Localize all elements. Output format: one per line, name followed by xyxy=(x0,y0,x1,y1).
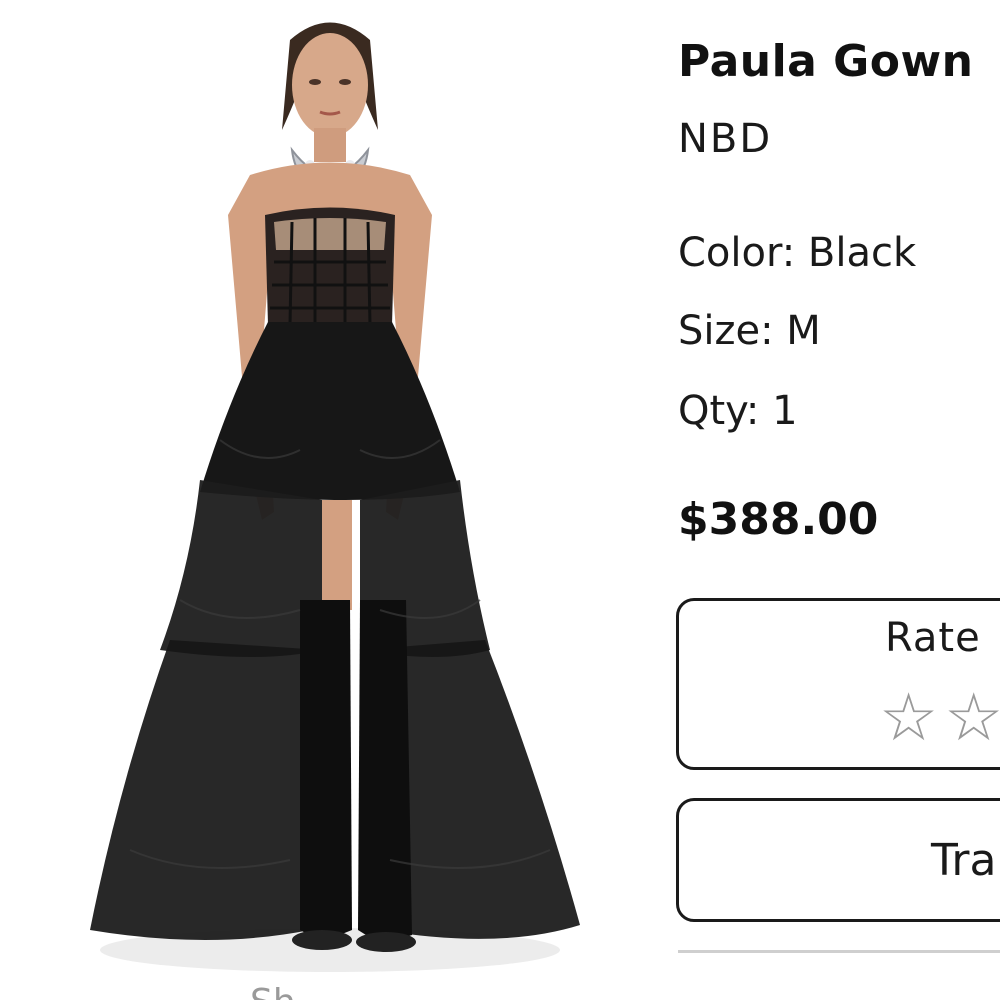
rate-card: Rate ☆ ☆ ☆ ☆ ☆ xyxy=(676,598,1000,770)
qty-line: Qty: 1 xyxy=(678,388,798,434)
divider xyxy=(678,950,1000,953)
color-line: Color: Black xyxy=(678,230,917,276)
gown-photo xyxy=(90,22,580,972)
star-icon[interactable]: ☆ xyxy=(944,685,1000,751)
product-name[interactable]: Paula Gown xyxy=(678,36,974,87)
product-image[interactable] xyxy=(60,0,620,1000)
price: $388.00 xyxy=(678,494,879,545)
product-details: Paula Gown NBD Color: Black Size: M Qty:… xyxy=(676,0,1000,1000)
image-caption[interactable]: Sh xyxy=(250,982,296,1000)
order-item-page: Paula Gown NBD Color: Black Size: M Qty:… xyxy=(0,0,1000,1000)
track-button[interactable]: Tra xyxy=(676,798,1000,922)
star-icon[interactable]: ☆ xyxy=(879,685,938,751)
star-rating: ☆ ☆ ☆ ☆ ☆ xyxy=(879,685,1000,751)
track-button-label: Tra xyxy=(931,835,997,886)
brand-name[interactable]: NBD xyxy=(678,116,772,162)
size-line: Size: M xyxy=(678,308,821,354)
rate-title: Rate xyxy=(885,615,981,661)
